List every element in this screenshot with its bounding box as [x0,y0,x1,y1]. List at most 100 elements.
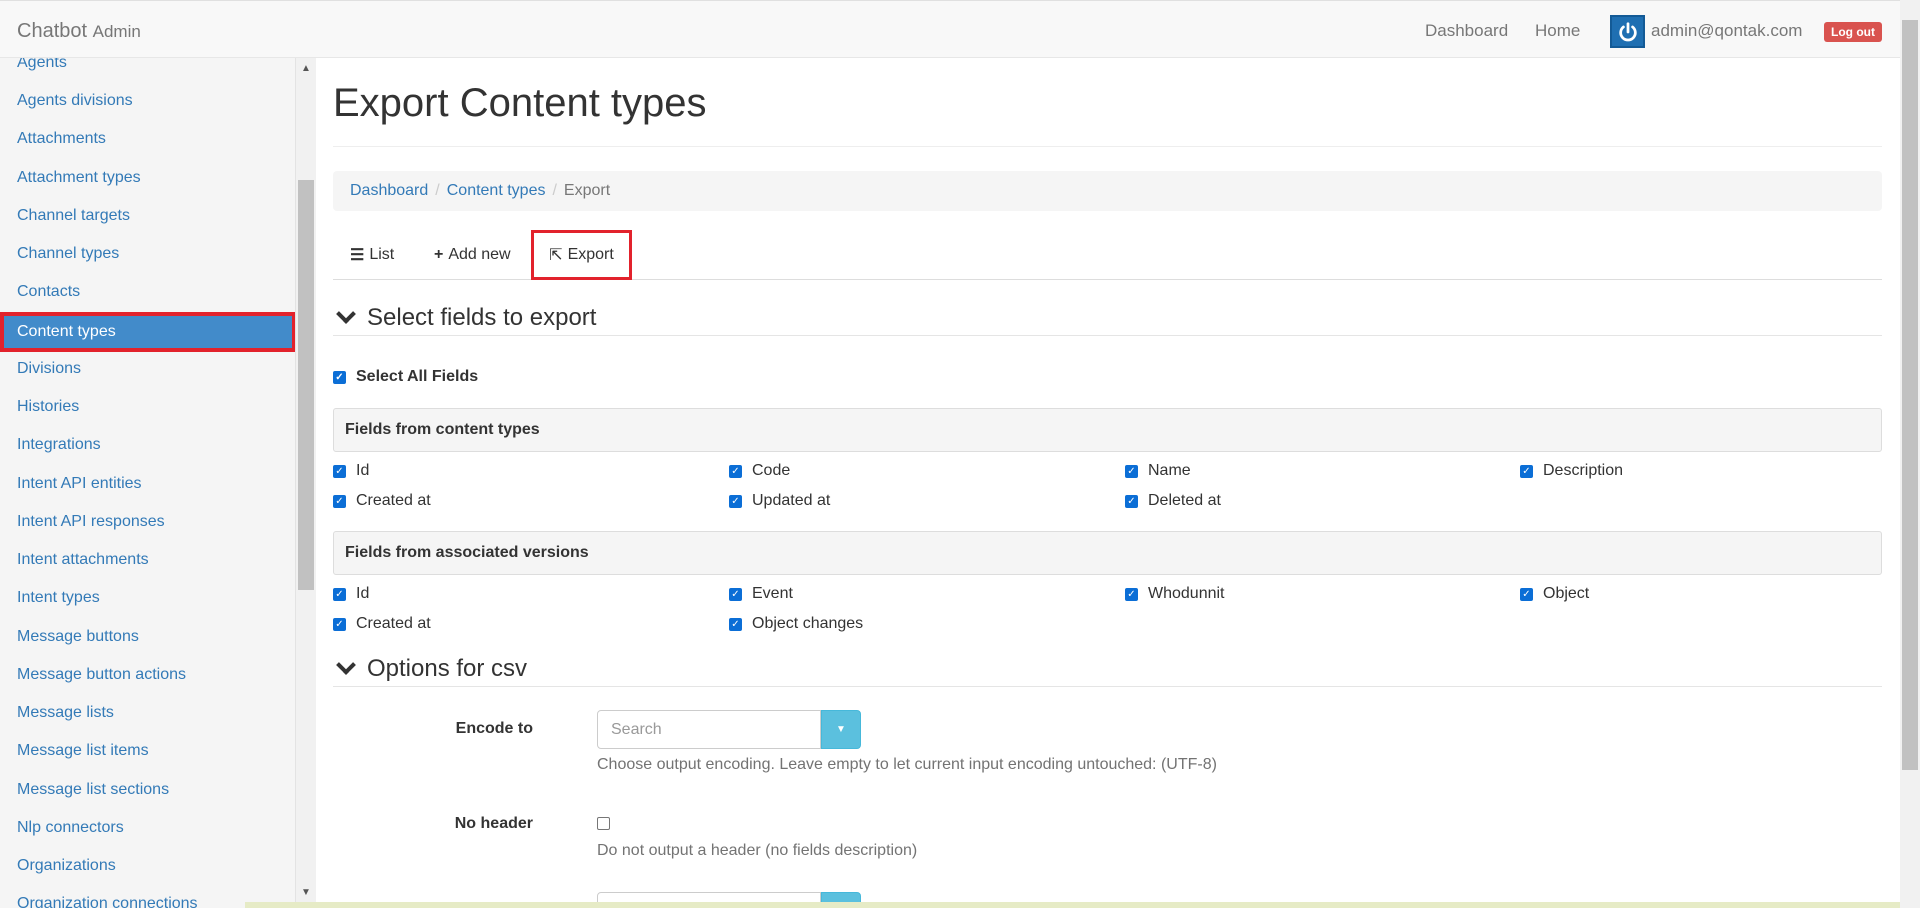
select-all-fields[interactable]: ✓ Select All Fields [333,368,478,386]
page-scrollbar-thumb[interactable] [1902,20,1918,770]
field-checkbox-row[interactable]: ✓ Description [1520,462,1623,480]
nav-home-link[interactable]: Home [1535,21,1580,41]
sidebar-item-agents-divisions[interactable]: Agents divisions [0,82,295,120]
field-checkbox[interactable]: ✓ [729,464,742,478]
field-checkbox[interactable]: ✓ [729,587,742,601]
sidebar-item-attachment-types[interactable]: Attachment types [0,159,295,197]
field-checkbox[interactable]: ✓ [333,494,346,508]
chevron-down-icon [336,303,356,324]
sidebar-item-message-buttons[interactable]: Message buttons [0,618,295,656]
sidebar-item-message-lists[interactable]: Message lists [0,694,295,732]
sidebar-item-nlp-connectors[interactable]: Nlp connectors [0,809,295,847]
field-label: Created at [356,492,431,509]
field-checkbox-row[interactable]: ✓ Name [1125,462,1191,480]
field-checkbox[interactable]: ✓ [729,617,742,631]
sidebar-item-divisions[interactable]: Divisions [0,350,295,388]
breadcrumb-separator: / [435,182,440,199]
field-label: Id [356,585,370,602]
field-label: Event [752,585,793,602]
sidebar-item-agents[interactable]: Agents [0,58,295,82]
field-checkbox-row[interactable]: ✓ Object changes [729,615,863,633]
csv-options-header[interactable]: Options for csv [333,651,1882,687]
sidebar-item-channel-targets[interactable]: Channel targets [0,197,295,235]
sidebar-item-intent-api-responses[interactable]: Intent API responses [0,503,295,541]
field-checkbox-row[interactable]: ✓ Whodunnit [1125,585,1225,603]
tab-list[interactable]: ☰ List [350,230,394,280]
encode-to-select[interactable]: ▼ [597,710,861,749]
user-avatar[interactable] [1610,15,1645,48]
scroll-down-arrow-icon[interactable]: ▼ [300,887,312,899]
field-checkbox-row[interactable]: ✓ Id [333,462,369,480]
field-checkbox[interactable]: ✓ [1520,464,1533,478]
list-icon: ☰ [350,247,365,264]
select-all-checkbox[interactable]: ✓ [333,370,346,384]
user-email-link[interactable]: admin@qontak.com [1651,21,1802,41]
field-checkbox-row[interactable]: ✓ Updated at [729,492,830,510]
field-checkbox[interactable]: ✓ [1125,464,1138,478]
plus-icon: + [434,246,444,263]
field-checkbox-row[interactable]: ✓ Created at [333,492,431,510]
tab-list-label: List [369,246,395,263]
action-tabs: ☰ List + Add new ⇱ Export [333,230,1882,280]
field-label: Updated at [752,492,831,509]
field-checkbox[interactable]: ✓ [1520,587,1533,601]
field-checkbox-row[interactable]: ✓ Object [1520,585,1589,603]
caret-down-icon: ▼ [836,724,846,735]
breadcrumb-dashboard[interactable]: Dashboard [350,182,428,200]
status-bar [245,902,1900,908]
no-header-checkbox[interactable] [597,817,610,830]
field-label: Description [1543,462,1624,479]
sidebar-item-channel-types[interactable]: Channel types [0,235,295,273]
sidebar-item-attachments[interactable]: Attachments [0,120,295,158]
select-fields-heading: Select fields to export [367,303,597,331]
tab-export[interactable]: ⇱ Export [531,230,632,280]
field-checkbox-row[interactable]: ✓ Id [333,585,369,603]
sidebar[interactable]: Agents Agents divisions Attachments Atta… [0,58,296,908]
page-title: Export Content types [333,81,707,125]
sidebar-item-integrations[interactable]: Integrations [0,426,295,464]
brand[interactable]: Chatbot Admin [17,20,141,43]
field-checkbox-row[interactable]: ✓ Code [729,462,790,480]
field-checkbox[interactable]: ✓ [333,464,346,478]
select-fields-header[interactable]: Select fields to export [333,300,1882,336]
page-scrollbar[interactable] [1900,0,1920,908]
field-checkbox-row[interactable]: ✓ Created at [333,615,431,633]
encode-to-label: Encode to [455,720,533,737]
breadcrumb-content-types[interactable]: Content types [447,182,546,200]
nav-dashboard-link[interactable]: Dashboard [1425,21,1508,41]
breadcrumb: Dashboard / Content types / Export [333,171,1882,211]
sidebar-scrollbar-thumb[interactable] [298,180,314,590]
main-content: Export Content types Dashboard / Content… [316,58,1900,908]
encode-to-search-input[interactable] [597,710,821,749]
encode-to-help: Choose output encoding. Leave empty to l… [597,756,1217,773]
field-label: Created at [356,615,431,632]
dropdown-toggle-button[interactable]: ▼ [821,710,861,749]
sidebar-item-content-types[interactable]: Content types [0,312,295,352]
sidebar-item-contacts[interactable]: Contacts [0,273,295,311]
sidebar-item-histories[interactable]: Histories [0,388,295,426]
field-label: Deleted at [1148,492,1221,509]
tab-add-new[interactable]: + Add new [434,230,511,280]
sidebar-item-message-list-items[interactable]: Message list items [0,732,295,770]
logout-button[interactable]: Log out [1824,22,1882,42]
breadcrumb-current: Export [563,182,611,199]
field-checkbox[interactable]: ✓ [333,617,346,631]
brand-title: Chatbot [17,20,88,42]
sidebar-item-organizations[interactable]: Organizations [0,847,295,885]
field-checkbox[interactable]: ✓ [1125,494,1138,508]
sidebar-item-intent-attachments[interactable]: Intent attachments [0,541,295,579]
field-checkbox[interactable]: ✓ [1125,587,1138,601]
associated-versions-fields-header: Fields from associated versions [333,531,1882,575]
content-types-fields-header: Fields from content types [333,408,1882,452]
sidebar-item-intent-api-entities[interactable]: Intent API entities [0,465,295,503]
sidebar-item-message-button-actions[interactable]: Message button actions [0,656,295,694]
scroll-up-arrow-icon[interactable]: ▲ [300,63,312,75]
field-checkbox-row[interactable]: ✓ Event [729,585,793,603]
sidebar-item-message-list-sections[interactable]: Message list sections [0,771,295,809]
tab-add-new-label: Add new [448,246,511,263]
sidebar-item-intent-types[interactable]: Intent types [0,579,295,617]
field-checkbox-row[interactable]: ✓ Deleted at [1125,492,1221,510]
field-checkbox[interactable]: ✓ [729,494,742,508]
field-checkbox[interactable]: ✓ [333,587,346,601]
chevron-down-icon [336,654,356,675]
